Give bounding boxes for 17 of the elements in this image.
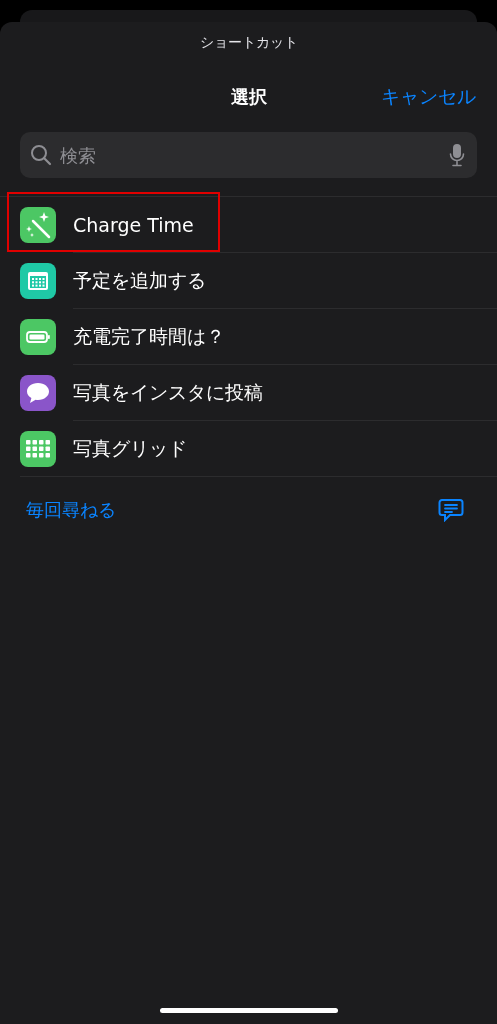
shortcut-item[interactable]: 充電完了時間は？	[0, 309, 497, 365]
sheet-caption: ショートカット	[198, 34, 299, 52]
shortcut-name: 予定を追加する	[73, 268, 206, 293]
shortcut-item[interactable]: 予定を追加する	[0, 253, 497, 309]
cancel-button[interactable]: キャンセル	[381, 84, 476, 110]
comment-icon[interactable]	[438, 498, 464, 522]
shortcut-name: 写真をインスタに投稿	[73, 380, 263, 405]
shortcut-name: 写真グリッド	[73, 436, 187, 461]
shortcut-item[interactable]: 写真グリッド	[0, 421, 497, 477]
microphone-icon[interactable]	[449, 143, 465, 167]
shortcut-name: 充電完了時間は？	[73, 324, 225, 349]
search-field[interactable]: 検索	[20, 132, 477, 178]
shortcut-item[interactable]: 写真をインスタに投稿	[0, 365, 497, 421]
shortcut-item[interactable]: Charge Time	[0, 197, 497, 253]
ask-each-time-link[interactable]: 毎回尋ねる	[26, 498, 116, 522]
shortcut-name: Charge Time	[73, 214, 194, 236]
sheet-title: 選択	[230, 85, 267, 109]
